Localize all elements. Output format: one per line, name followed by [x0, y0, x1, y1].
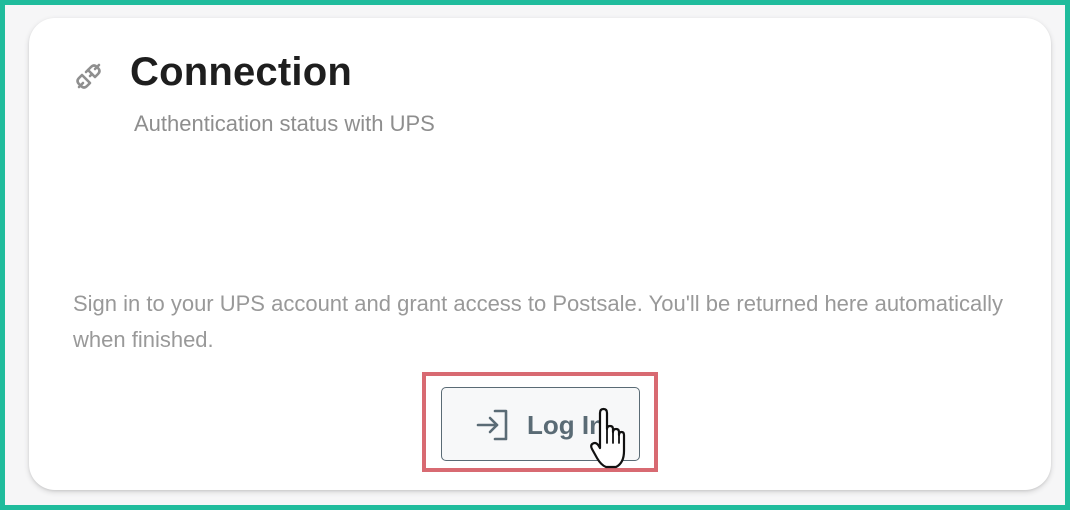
- screenshot-frame: Connection Authentication status with UP…: [0, 0, 1070, 510]
- hand-pointer-cursor-icon: [590, 407, 626, 469]
- sign-in-icon: [476, 409, 508, 441]
- card-title: Connection: [130, 50, 352, 94]
- card-subtitle: Authentication status with UPS: [134, 111, 435, 136]
- card-description: Sign in to your UPS account and grant ac…: [73, 291, 1003, 352]
- plug-disconnected-icon: [76, 63, 101, 89]
